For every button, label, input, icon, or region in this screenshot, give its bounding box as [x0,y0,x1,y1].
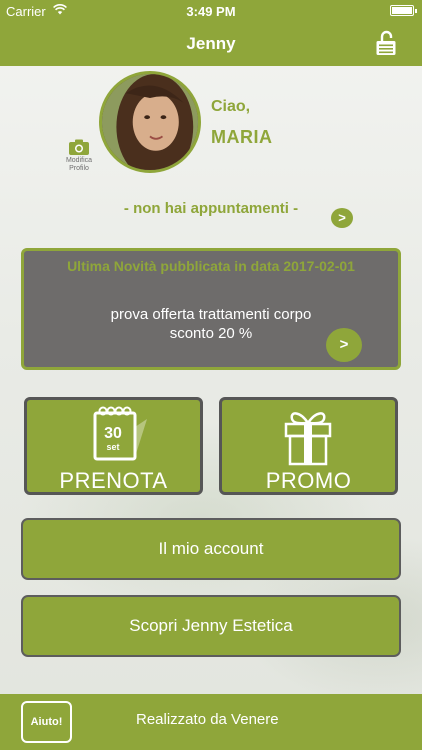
promo-button[interactable]: PROMO [219,397,398,495]
gift-icon [284,412,332,466]
calendar-day: 30 [104,425,122,442]
discover-button[interactable]: Scopri Jenny Estetica [21,595,401,657]
news-arrow-button[interactable]: > [326,328,362,362]
appointments-status: - non hai appuntamenti - [123,200,299,217]
footer: Aiuto! Realizzato da Venere [0,694,422,750]
news-card[interactable]: Ultima Novità pubblicata in data 2017-02… [21,248,401,370]
news-text-line1: prova offerta trattamenti corpo [110,306,312,323]
nav-bar: Jenny [0,22,422,66]
prenota-button[interactable]: 30 set PRENOTA [24,397,203,495]
status-bar: Carrier 3:49 PM [0,0,422,22]
greeting-text: Ciao, [211,98,251,115]
battery-icon [390,5,417,16]
status-time: 3:49 PM [186,4,236,19]
appointments-arrow-button[interactable]: > [331,208,353,228]
calendar-month: set [106,442,119,452]
help-button[interactable]: Aiuto! [21,701,72,743]
avatar[interactable] [99,71,201,173]
edit-profile-link[interactable]: Modifica Profilo [58,157,100,173]
news-title: Ultima Novità pubblicata in data 2017-02… [67,258,355,274]
credit-text: Realizzato da Venere [136,711,279,728]
avatar-photo [102,74,198,170]
promo-label: PROMO [265,468,352,493]
camera-icon[interactable] [68,139,90,156]
prenota-label: PRENOTA [59,468,168,493]
calendar-icon: 30 set [93,406,147,461]
lock-open-icon[interactable] [375,30,397,56]
my-account-button[interactable]: Il mio account [21,518,401,580]
user-name: MARIA [211,127,273,147]
page-title: Jenny [186,34,236,53]
